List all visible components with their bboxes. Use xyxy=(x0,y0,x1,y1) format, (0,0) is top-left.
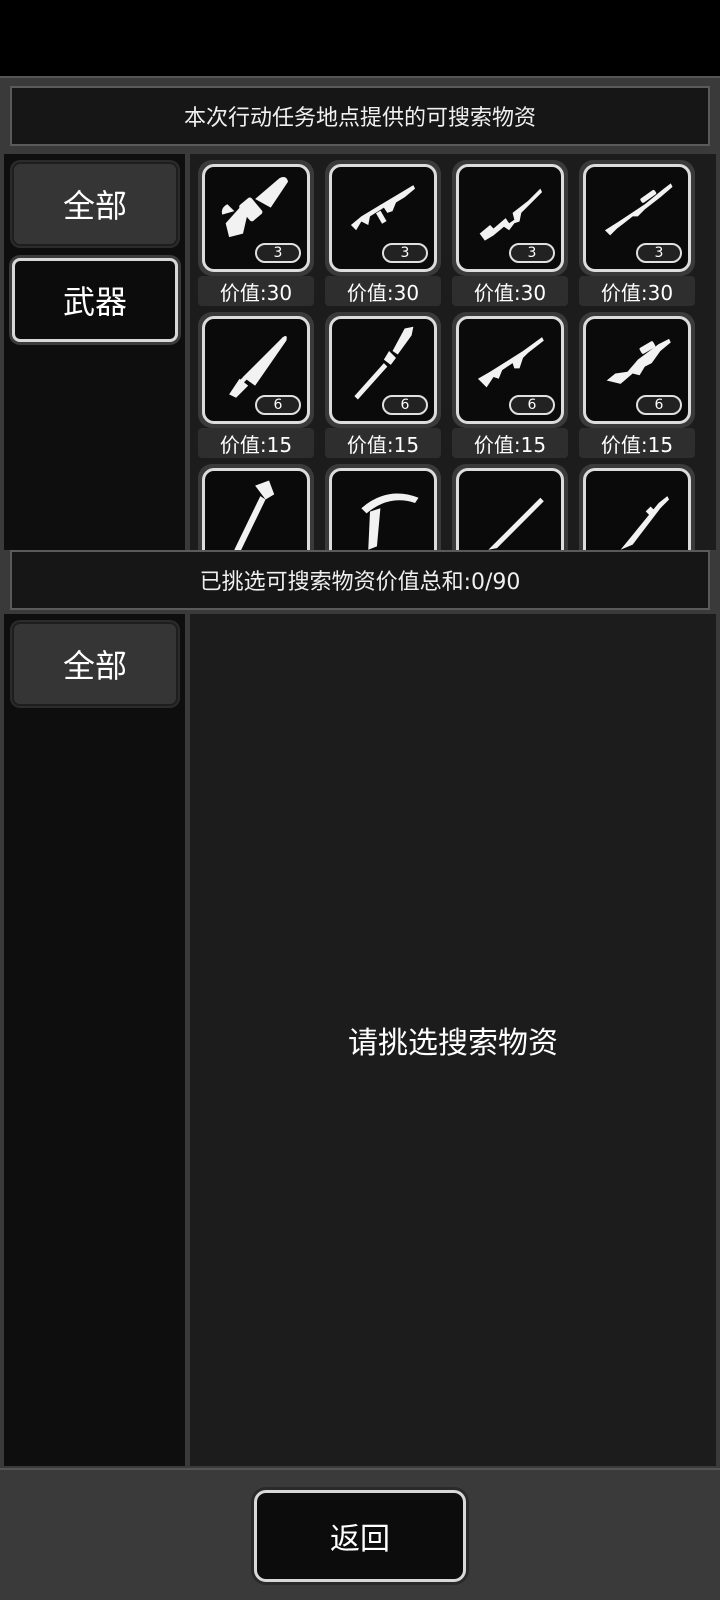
item-price-label: 价值:15 xyxy=(452,428,568,458)
item-price-label: 价值:15 xyxy=(198,428,314,458)
item-count-badge: 6 xyxy=(382,395,428,415)
supply-item-frame: 3 xyxy=(456,164,564,272)
item-count-badge: 3 xyxy=(382,243,428,263)
supply-item-frame xyxy=(202,468,310,550)
item-count-badge: 6 xyxy=(509,395,555,415)
tab-all[interactable]: 全部 xyxy=(12,162,178,246)
supply-item[interactable]: 6 价值:15 xyxy=(198,312,314,458)
supply-item-card: 6 xyxy=(579,312,695,428)
supply-item-frame: 3 xyxy=(583,164,691,272)
supply-item-card xyxy=(198,464,314,550)
supply-item-card: 3 xyxy=(452,160,568,276)
supply-item-frame xyxy=(456,468,564,550)
supply-item[interactable]: 3 价值:30 xyxy=(579,160,695,306)
back-button[interactable]: 返回 xyxy=(254,1490,466,1582)
supply-item-card xyxy=(452,464,568,550)
supply-item-frame: 6 xyxy=(329,316,437,424)
ak-rifle-icon xyxy=(477,337,544,388)
m16-rifle-icon xyxy=(620,496,670,550)
tab-weapons[interactable]: 武器 xyxy=(12,258,178,342)
selected-category-sidebar: 全部 xyxy=(4,614,188,1466)
item-price-label: 价值:30 xyxy=(325,276,441,306)
item-count-badge: 3 xyxy=(509,243,555,263)
supply-item-frame: 6 xyxy=(456,316,564,424)
supply-item-frame xyxy=(583,468,691,550)
selected-value-header: 已挑选可搜索物资价值总和:0/90 xyxy=(10,550,710,610)
category-sidebar: 全部 武器 xyxy=(4,154,188,550)
bolt-rifle-icon xyxy=(488,497,544,550)
item-price-label: 价值:30 xyxy=(198,276,314,306)
supply-item-card: 3 xyxy=(198,160,314,276)
supply-item[interactable]: 3 价值:30 xyxy=(198,160,314,306)
selected-tab-all[interactable]: 全部 xyxy=(12,622,178,706)
item-price-label: 价值:15 xyxy=(579,428,695,458)
item-count-badge: 3 xyxy=(636,243,682,263)
empty-selection-message: 请挑选搜索物资 xyxy=(348,1026,558,1061)
supplies-grid: 3 价值:30 3 价值:30 3 价值:30 3 价值:30 6 价值:15 6 价值:15 6 价值:… xyxy=(190,154,716,550)
supply-item[interactable]: 3 价值:30 xyxy=(325,160,441,306)
supply-item-card: 6 xyxy=(452,312,568,428)
supply-item[interactable]: 3 价值:30 xyxy=(452,160,568,306)
assault-rifle-grenade-icon xyxy=(350,185,416,231)
supply-item[interactable] xyxy=(452,464,568,550)
supply-item[interactable]: 6 价值:15 xyxy=(579,312,695,458)
footer-bar: 返回 xyxy=(0,1468,720,1600)
item-count-badge: 6 xyxy=(636,395,682,415)
supply-item[interactable] xyxy=(579,464,695,550)
item-price-label: 价值:30 xyxy=(452,276,568,306)
supply-item-frame: 3 xyxy=(329,164,437,272)
supply-item-card xyxy=(325,464,441,550)
supply-item-frame: 6 xyxy=(583,316,691,424)
supply-item-frame: 6 xyxy=(202,316,310,424)
combat-knife-icon xyxy=(229,335,287,398)
supply-item[interactable]: 6 价值:15 xyxy=(452,312,568,458)
supply-item-frame xyxy=(329,468,437,550)
supply-item[interactable]: 6 价值:15 xyxy=(325,312,441,458)
selected-supplies-panel: 全部 请挑选搜索物资 xyxy=(0,614,720,1466)
supply-item-card xyxy=(579,464,695,550)
supply-item-card: 6 xyxy=(325,312,441,428)
chainsaw-icon xyxy=(221,177,289,238)
supply-item-card: 3 xyxy=(325,160,441,276)
supply-item-card: 6 xyxy=(198,312,314,428)
available-supplies-header: 本次行动任务地点提供的可搜索物资 xyxy=(10,86,710,146)
available-supplies-panel: 全部 武器 3 价值:30 3 价值:30 3 价值:30 3 价值:30 6 价值:15 6 价值:… xyxy=(0,154,720,550)
supply-item[interactable] xyxy=(198,464,314,550)
supply-item-frame: 3 xyxy=(202,164,310,272)
sniper-rifle-icon xyxy=(604,183,673,236)
carbine-rifle-icon xyxy=(479,188,543,241)
crossbow-icon xyxy=(361,493,419,550)
item-price-label: 价值:15 xyxy=(325,428,441,458)
supply-item[interactable] xyxy=(325,464,441,550)
item-price-label: 价值:30 xyxy=(579,276,695,306)
item-count-badge: 6 xyxy=(255,395,301,415)
item-count-badge: 3 xyxy=(255,243,301,263)
selected-supplies-area: 请挑选搜索物资 xyxy=(190,614,716,1466)
bullpup-rifle-icon xyxy=(606,338,671,384)
supply-item-card: 3 xyxy=(579,160,695,276)
main-frame: 本次行动任务地点提供的可搜索物资 全部 武器 3 价值:30 3 价值:30 3 价值:3… xyxy=(0,76,720,1600)
fire-axe-icon xyxy=(234,480,275,550)
spear-icon xyxy=(354,326,414,400)
